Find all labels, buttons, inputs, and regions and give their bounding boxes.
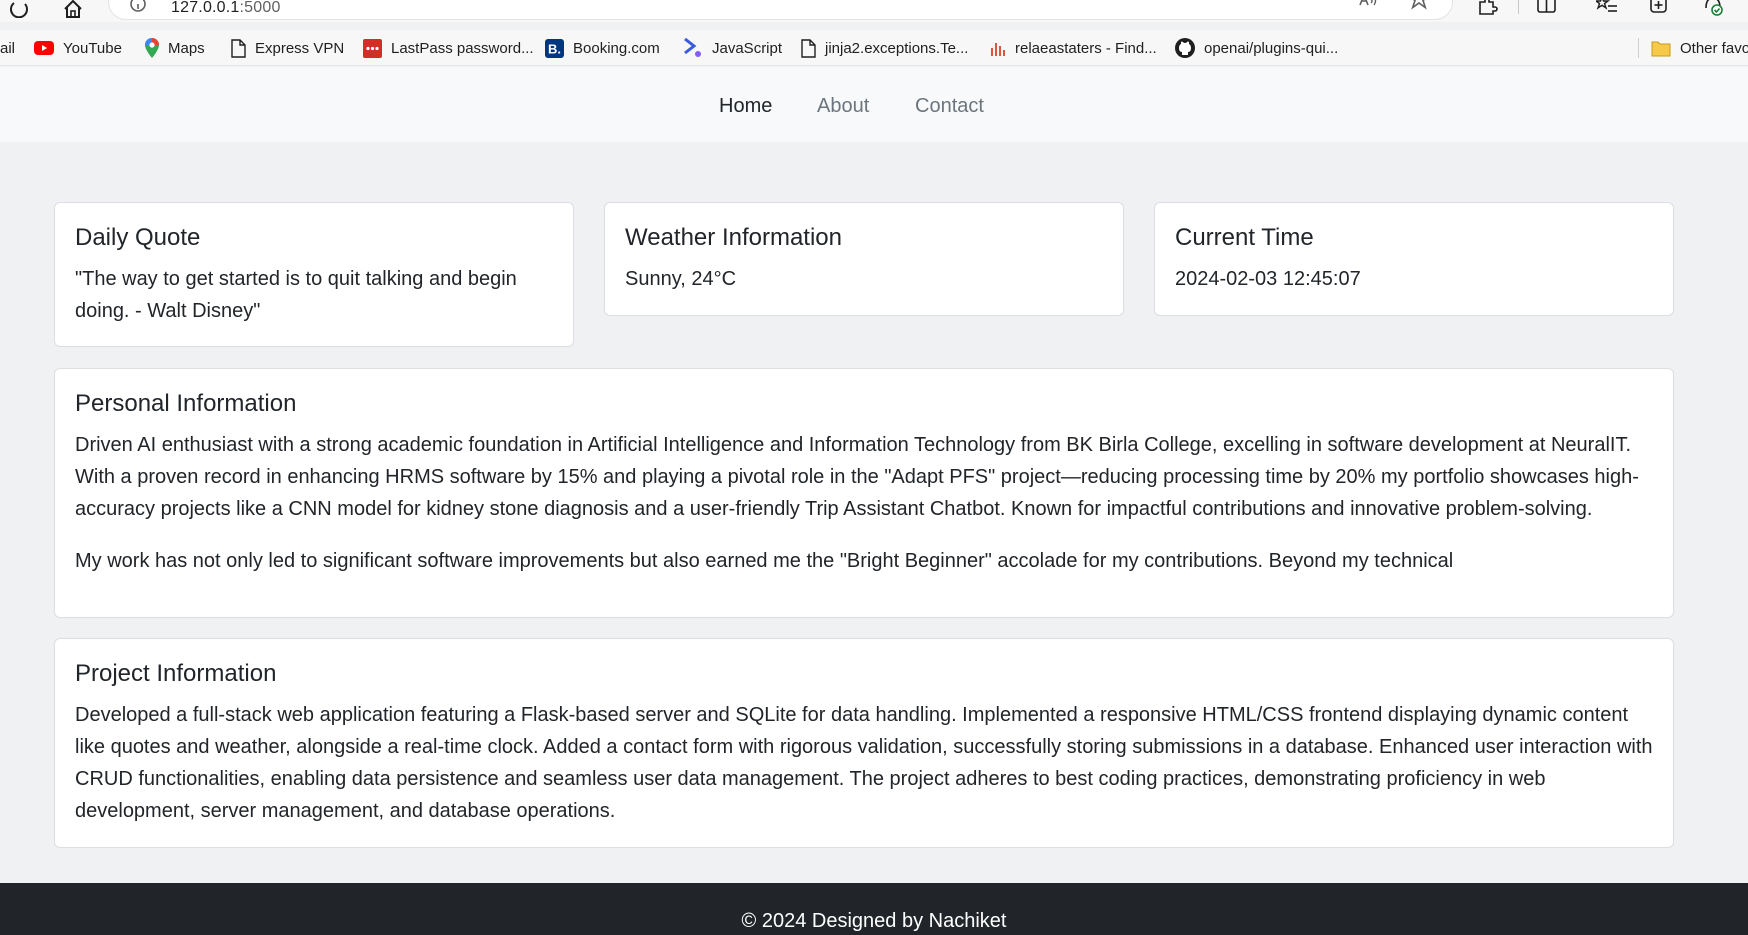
- extensions-icon[interactable]: [1476, 0, 1498, 18]
- lastpass-icon: [363, 38, 382, 58]
- bookmarks-bar: ail YouTube Maps Express VPN LastPass pa…: [0, 30, 1748, 66]
- booking-icon: B.: [545, 38, 564, 58]
- bookmark-youtube[interactable]: YouTube: [34, 38, 122, 58]
- read-aloud-icon[interactable]: [1358, 0, 1380, 17]
- nav-link-contact[interactable]: Contact: [915, 95, 984, 118]
- youtube-icon: [34, 41, 54, 55]
- card-title: Personal Information: [75, 390, 297, 417]
- project-information-card: Project Information Developed a full-sta…: [54, 638, 1674, 848]
- url-port: :5000: [239, 0, 281, 16]
- collections-icon[interactable]: [1648, 0, 1670, 18]
- folder-icon: [1651, 41, 1671, 56]
- card-title: Daily Quote: [75, 224, 201, 251]
- bookmark-label: Maps: [168, 39, 205, 57]
- personal-information-card: Personal Information Driven AI enthusias…: [54, 368, 1674, 618]
- split-screen-icon[interactable]: [1536, 0, 1558, 18]
- bookmark-label: relaeastaters - Find...: [1015, 39, 1157, 57]
- page-icon: [801, 38, 816, 58]
- url-host: 127.0.0.1: [171, 0, 240, 16]
- favorites-icon[interactable]: [1593, 0, 1618, 18]
- footer-copyright: © 2024 Designed by Nachiket: [741, 910, 1007, 932]
- browser-toolbar: 127.0.0.1:5000: [0, 0, 1748, 22]
- bookmark-openai-plugins[interactable]: openai/plugins-qui...: [1175, 38, 1338, 58]
- bookmark-javascript[interactable]: JavaScript: [683, 38, 782, 58]
- current-time-text: 2024-02-03 12:45:07: [1175, 268, 1361, 290]
- bookmark-label: YouTube: [63, 39, 122, 57]
- bookmark-maps[interactable]: Maps: [145, 38, 205, 58]
- personal-paragraph-1: Driven AI enthusiast with a strong acade…: [75, 434, 1639, 520]
- javascript-icon: [684, 38, 701, 57]
- bookmark-label: openai/plugins-qui...: [1204, 39, 1339, 57]
- daily-quote-card: Daily Quote "The way to get started is t…: [54, 202, 574, 347]
- bookmark-label: JavaScript: [712, 39, 783, 57]
- bookmark-relaeastaters[interactable]: relaeastaters - Find...: [990, 38, 1157, 58]
- card-title: Current Time: [1175, 224, 1314, 251]
- weather-text: Sunny, 24°C: [625, 268, 737, 290]
- toolbar-divider: [1518, 0, 1519, 14]
- project-text: Developed a full-stack web application f…: [75, 704, 1653, 822]
- url-text[interactable]: 127.0.0.1:5000: [171, 0, 281, 17]
- weather-card: Weather Information Sunny, 24°C: [604, 202, 1124, 316]
- svg-text:B.: B.: [548, 41, 561, 56]
- main-navbar: Home About Contact: [0, 67, 1748, 142]
- github-icon: [1175, 38, 1195, 58]
- chart-icon: [991, 43, 1005, 56]
- card-title: Project Information: [75, 660, 277, 687]
- bookmark-label: jinja2.exceptions.Te...: [825, 39, 969, 57]
- bookmark-mail[interactable]: ail: [0, 38, 15, 58]
- site-info-icon[interactable]: [129, 0, 147, 17]
- quote-text: "The way to get started is to quit talki…: [75, 268, 517, 322]
- copilot-icon[interactable]: [1702, 0, 1724, 18]
- favorite-star-icon[interactable]: [1408, 0, 1430, 17]
- site-footer: © 2024 Designed by Nachiket: [0, 883, 1748, 935]
- address-bar[interactable]: 127.0.0.1:5000: [108, 0, 1453, 20]
- page-icon: [231, 38, 246, 58]
- bookmark-other-favorites[interactable]: Other favo: [1638, 38, 1748, 58]
- card-title: Weather Information: [625, 224, 842, 251]
- bookmark-label: Booking.com: [573, 39, 660, 57]
- home-icon[interactable]: [62, 0, 84, 18]
- bookmark-label: LastPass password...: [391, 39, 534, 57]
- bookmark-booking[interactable]: B. Booking.com: [545, 38, 660, 58]
- bookmark-jinja2[interactable]: jinja2.exceptions.Te...: [801, 38, 968, 58]
- bookmark-label: Express VPN: [255, 39, 345, 57]
- personal-paragraph-2: My work has not only led to significant …: [75, 550, 1454, 572]
- nav-link-home[interactable]: Home: [719, 95, 772, 118]
- current-time-card: Current Time 2024-02-03 12:45:07: [1154, 202, 1674, 316]
- bookmark-lastpass[interactable]: LastPass password...: [363, 38, 534, 58]
- bookmark-express-vpn[interactable]: Express VPN: [231, 38, 344, 58]
- nav-link-about[interactable]: About: [817, 95, 869, 118]
- bookmark-label: ail: [0, 39, 16, 57]
- bookmark-label: Other favo: [1680, 39, 1748, 57]
- reload-icon[interactable]: [8, 0, 30, 19]
- maps-icon: [145, 38, 159, 58]
